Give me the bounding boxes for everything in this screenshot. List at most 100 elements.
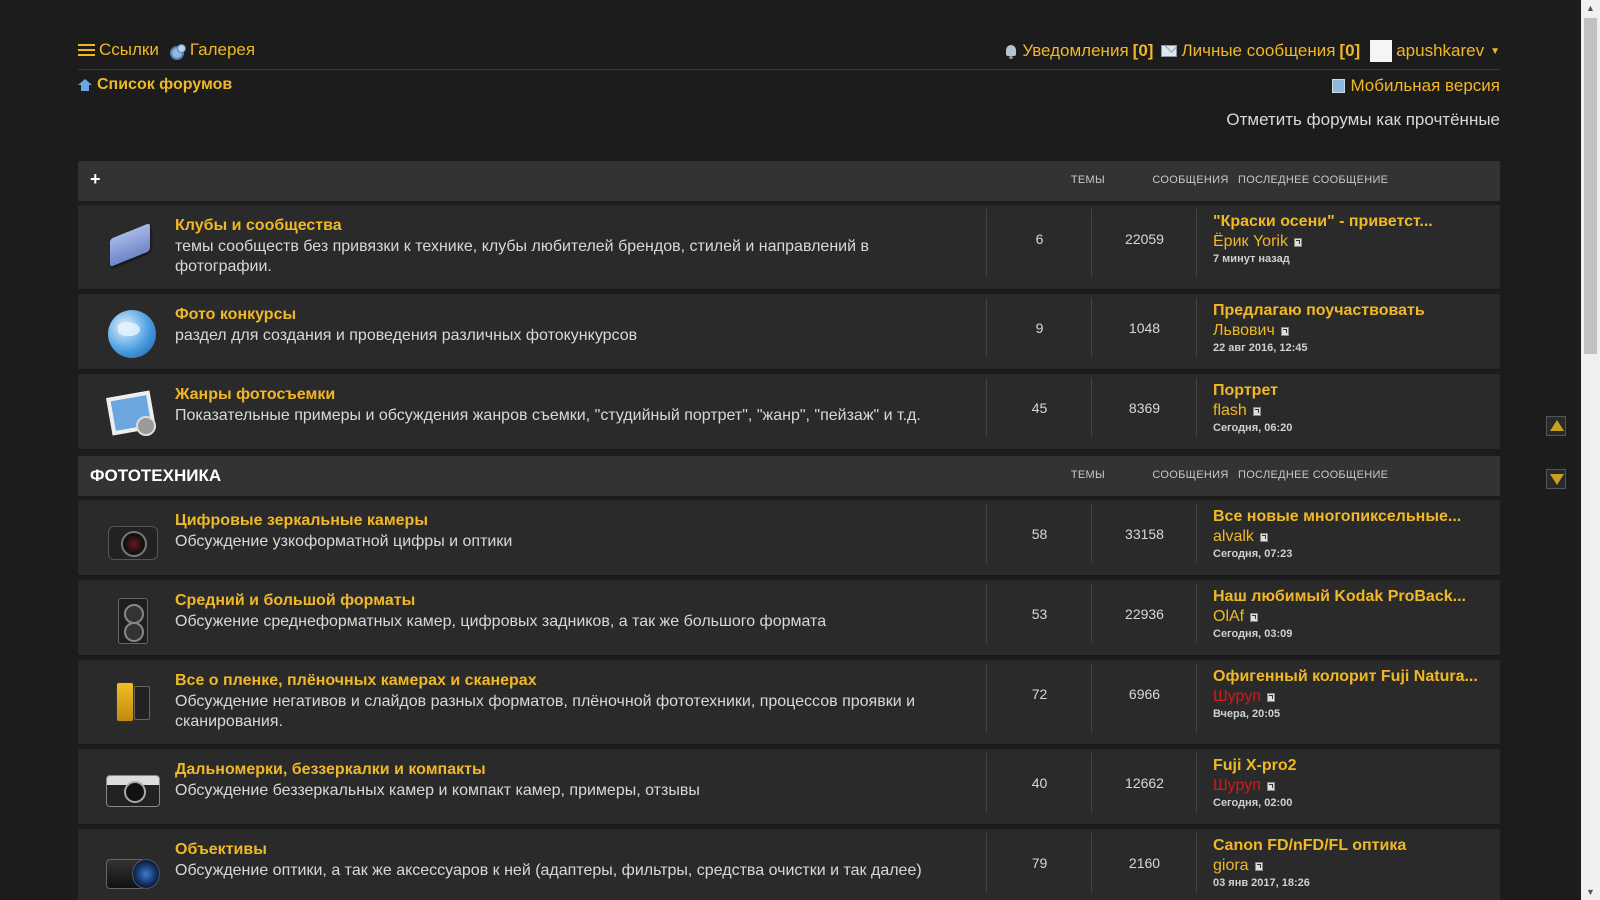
posts-count: 22936: [1125, 606, 1164, 622]
go-to-post-icon[interactable]: [1293, 237, 1302, 247]
posts-count: 8369: [1128, 400, 1161, 416]
divider: [1091, 833, 1092, 892]
scrollbar[interactable]: ▲ ▼: [1581, 0, 1600, 900]
last-post-author[interactable]: OlAf: [1213, 607, 1493, 627]
forum-description: Показательные примеры и обсуждения жанро…: [175, 407, 921, 424]
posts-count: 22059: [1125, 231, 1164, 247]
forum-title[interactable]: Цифровые зеркальные камеры: [175, 512, 428, 530]
last-post-author[interactable]: flash: [1213, 401, 1493, 421]
breadcrumb-forum-index[interactable]: Список форумов: [97, 76, 232, 94]
last-post-author-name[interactable]: flash: [1213, 401, 1247, 421]
go-to-post-icon[interactable]: [1259, 532, 1268, 542]
go-to-post-icon[interactable]: [1266, 692, 1275, 702]
private-messages-link[interactable]: Личные сообщения [0]: [1161, 41, 1360, 61]
scroll-to-top-button[interactable]: [1546, 416, 1566, 436]
mobile-version-link[interactable]: Мобильная версия: [1332, 76, 1500, 96]
last-post: "Краски осени" - приветст... Ёрик Yorik 7 …: [1213, 212, 1493, 267]
medium-format-camera-icon: [106, 594, 158, 646]
column-last-post: Последнее сообщение: [1238, 469, 1389, 481]
posts-count: 1048: [1128, 320, 1161, 336]
divider: [1091, 664, 1092, 732]
forum-title[interactable]: Клубы и сообщества: [175, 217, 342, 235]
go-to-post-icon[interactable]: [1266, 781, 1275, 791]
last-post-title[interactable]: Портрет: [1213, 381, 1493, 401]
last-post-title[interactable]: Canon FD/nFD/FL оптика: [1213, 836, 1493, 856]
last-post-title[interactable]: Fuji X-pro2: [1213, 756, 1493, 776]
last-post-author[interactable]: giora: [1213, 856, 1493, 876]
last-post-title[interactable]: "Краски осени" - приветст...: [1213, 212, 1493, 232]
forum-title[interactable]: Дальномерки, беззеркалки и компакты: [175, 761, 486, 779]
category-title[interactable]: ФОТОТЕХНИКА: [90, 466, 221, 486]
category-header: ФОТОТЕХНИКА Темы Сообщения Последнее соо…: [78, 456, 1500, 496]
breadcrumb[interactable]: Список форумов: [78, 76, 232, 94]
go-to-post-icon[interactable]: [1254, 861, 1263, 871]
last-post-author[interactable]: Шуруп: [1213, 776, 1493, 796]
gallery-link[interactable]: Галерея: [169, 40, 255, 60]
forum-title[interactable]: Средний и большой форматы: [175, 592, 415, 610]
last-post-author[interactable]: Шуруп: [1213, 687, 1493, 707]
topics-count: 58: [1031, 526, 1048, 542]
scroll-up-arrow-icon[interactable]: ▲: [1581, 0, 1600, 16]
scrollbar-thumb[interactable]: [1584, 18, 1597, 354]
forum-row[interactable]: Фото конкурсы раздел для создания и прове…: [78, 294, 1500, 370]
forum-row[interactable]: Цифровые зеркальные камеры Обсуждение узк…: [78, 500, 1500, 576]
last-post-author[interactable]: Ёрик Yorik: [1213, 232, 1493, 252]
divider: [1196, 209, 1197, 277]
last-post: Портрет flash Сегодня, 06:20: [1213, 381, 1493, 436]
last-post-author-name[interactable]: Шуруп: [1213, 776, 1261, 796]
last-post-title[interactable]: Наш любимый Kodak ProBack...: [1213, 587, 1493, 607]
notifications-link[interactable]: Уведомления [0]: [1004, 41, 1153, 61]
last-post-author-name[interactable]: alvalk: [1213, 527, 1254, 547]
forum-title[interactable]: Все о пленке, плёночных камерах и сканер…: [175, 672, 537, 690]
divider: [1196, 664, 1197, 732]
links-label: Ссылки: [99, 40, 159, 59]
last-post-date: Вчера, 20:05: [1213, 708, 1281, 720]
forum-title[interactable]: Фото конкурсы: [175, 306, 296, 324]
last-post-author[interactable]: Львович: [1213, 321, 1493, 341]
expand-toggle[interactable]: +: [90, 169, 101, 190]
forum-title[interactable]: Жанры фотосъемки: [175, 386, 335, 404]
forum-row[interactable]: Дальномерки, беззеркалки и компакты Обсуж…: [78, 749, 1500, 825]
divider: [986, 209, 987, 277]
forum-row[interactable]: Объективы Обсуждение оптики, а так же акс…: [78, 829, 1500, 900]
go-to-post-icon[interactable]: [1252, 406, 1261, 416]
divider: [986, 833, 987, 892]
forum-row[interactable]: Средний и большой форматы Обсужение средн…: [78, 580, 1500, 656]
divider: [1196, 504, 1197, 563]
last-post-title[interactable]: Все новые многопиксельные...: [1213, 507, 1493, 527]
mark-forums-read-link[interactable]: Отметить форумы как прочтённые: [1226, 110, 1500, 130]
last-post-title[interactable]: Офигенный колорит Fuji Natura...: [1213, 667, 1493, 687]
go-to-post-icon[interactable]: [1280, 326, 1289, 336]
last-post-title[interactable]: Предлагаю поучаствовать: [1213, 301, 1493, 321]
last-post-date: 03 янв 2017, 18:26: [1213, 877, 1310, 889]
user-menu[interactable]: apushkarev ▼: [1368, 40, 1500, 62]
go-to-post-icon[interactable]: [1250, 612, 1259, 622]
divider: [1091, 209, 1092, 277]
last-post-date: Сегодня, 06:20: [1213, 422, 1293, 434]
last-post-author-name[interactable]: giora: [1213, 856, 1249, 876]
last-post-author-name[interactable]: Шуруп: [1213, 687, 1261, 707]
gallery-label: Галерея: [189, 40, 256, 59]
forum-row[interactable]: Жанры фотосъемки Показательные примеры и …: [78, 374, 1500, 450]
topics-count: 53: [1031, 606, 1048, 622]
forum-description: Обсуждение беззеркальных камер и компакт…: [175, 782, 700, 799]
last-post-author-name[interactable]: OlAf: [1213, 607, 1244, 627]
home-icon: [78, 78, 92, 92]
last-post-author-name[interactable]: Ёрик Yorik: [1213, 232, 1288, 252]
scroll-to-bottom-button[interactable]: [1546, 469, 1566, 489]
topics-count: 9: [1035, 320, 1044, 336]
divider: [1196, 378, 1197, 437]
forum-title[interactable]: Объективы: [175, 841, 267, 859]
topics-count: 40: [1031, 775, 1048, 791]
rangefinder-camera-icon: [106, 763, 160, 815]
links-menu[interactable]: Ссылки: [78, 40, 159, 60]
last-post-author[interactable]: alvalk: [1213, 527, 1493, 547]
last-post-author-name[interactable]: Львович: [1213, 321, 1275, 341]
last-post: Офигенный колорит Fuji Natura... Шуруп Вче…: [1213, 667, 1493, 722]
divider: [1196, 753, 1197, 812]
forum-row[interactable]: Все о пленке, плёночных камерах и сканер…: [78, 660, 1500, 745]
divider: [986, 504, 987, 563]
forum-row[interactable]: Клубы и сообщества темы сообществ без при…: [78, 205, 1500, 290]
notifications-label: Уведомления: [1022, 41, 1129, 60]
scroll-down-arrow-icon[interactable]: ▼: [1581, 884, 1600, 900]
